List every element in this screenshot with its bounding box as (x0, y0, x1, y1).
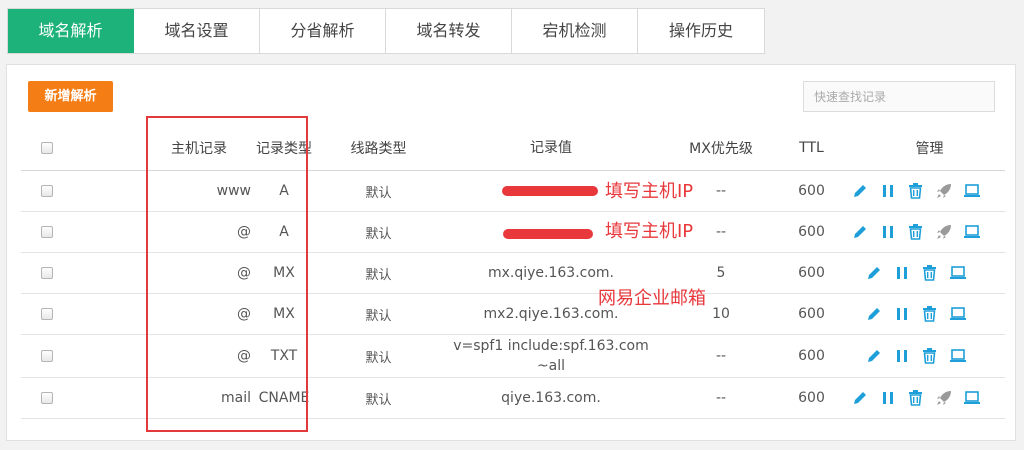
delete-icon[interactable] (919, 346, 940, 367)
value-cell: qiye.163.com. (501, 390, 601, 406)
ttl-cell: 600 (798, 390, 825, 406)
line-cell: 默认 (365, 308, 392, 324)
delete-icon[interactable] (905, 222, 926, 243)
pause-icon[interactable] (891, 263, 912, 284)
line-cell: 默认 (365, 185, 392, 201)
redaction-mark (503, 229, 593, 239)
delete-icon[interactable] (905, 181, 926, 202)
annotation-netease-mail: 网易企业邮箱 (598, 288, 706, 309)
pause-icon[interactable] (877, 222, 898, 243)
line-cell: 默认 (365, 226, 392, 242)
tab-downtime-check[interactable]: 宕机检测 (512, 9, 638, 53)
row-actions (863, 335, 968, 377)
highlight-box (146, 116, 308, 432)
header-manage: 管理 (915, 140, 944, 157)
row-actions (849, 378, 982, 418)
row-checkbox[interactable] (41, 308, 53, 320)
value-cell: v=spf1 include:spf.163.com ~all (453, 338, 649, 374)
delete-icon[interactable] (919, 304, 940, 325)
ttl-cell: 600 (798, 183, 825, 199)
redaction-mark (502, 186, 598, 196)
mx-cell: -- (715, 348, 727, 364)
edit-icon[interactable] (863, 346, 884, 367)
monitor-icon[interactable] (961, 181, 982, 202)
line-cell: 默认 (365, 392, 392, 408)
ttl-cell: 600 (798, 306, 825, 322)
edit-icon[interactable] (863, 304, 884, 325)
monitor-icon[interactable] (947, 304, 968, 325)
row-checkbox[interactable] (41, 267, 53, 279)
row-checkbox[interactable] (41, 226, 53, 238)
row-actions (849, 171, 982, 211)
tab-dns-records[interactable]: 域名解析 (8, 9, 134, 53)
monitor-icon[interactable] (961, 222, 982, 243)
delete-icon[interactable] (905, 388, 926, 409)
annotation-fill-ip-2: 填写主机IP (605, 221, 694, 242)
ttl-cell: 600 (798, 224, 825, 240)
search-input[interactable] (803, 81, 995, 112)
pause-icon[interactable] (891, 304, 912, 325)
tab-domain-forwarding[interactable]: 域名转发 (386, 9, 512, 53)
edit-icon[interactable] (863, 263, 884, 284)
tab-domain-settings[interactable]: 域名设置 (134, 9, 260, 53)
annotation-fill-ip-1: 填写主机IP (605, 181, 694, 202)
header-mx: MX优先级 (689, 140, 753, 157)
header-value: 记录值 (530, 139, 572, 156)
edit-icon[interactable] (849, 181, 870, 202)
line-cell: 默认 (365, 267, 392, 283)
row-actions (863, 253, 968, 293)
pause-icon[interactable] (891, 346, 912, 367)
monitor-icon[interactable] (947, 346, 968, 367)
edit-icon[interactable] (849, 388, 870, 409)
row-checkbox[interactable] (41, 392, 53, 404)
row-checkbox[interactable] (41, 350, 53, 362)
ttl-cell: 600 (798, 265, 825, 281)
pause-icon[interactable] (877, 388, 898, 409)
monitor-icon[interactable] (947, 263, 968, 284)
tab-bar: 域名解析 域名设置 分省解析 域名转发 宕机检测 操作历史 (7, 8, 765, 54)
row-actions (849, 212, 982, 252)
row-actions (863, 294, 968, 334)
select-all-checkbox[interactable] (41, 141, 53, 154)
add-record-button[interactable]: 新增解析 (28, 81, 113, 112)
tab-province-resolve[interactable]: 分省解析 (260, 9, 386, 53)
rocket-icon[interactable] (933, 222, 954, 243)
pause-icon[interactable] (877, 181, 898, 202)
rocket-icon[interactable] (933, 388, 954, 409)
edit-icon[interactable] (849, 222, 870, 243)
monitor-icon[interactable] (961, 388, 982, 409)
header-line: 线路类型 (350, 140, 407, 157)
header-ttl: TTL (799, 139, 824, 156)
line-cell: 默认 (365, 350, 392, 366)
row-checkbox[interactable] (41, 185, 53, 197)
delete-icon[interactable] (919, 263, 940, 284)
rocket-icon[interactable] (933, 181, 954, 202)
ttl-cell: 600 (798, 348, 825, 364)
tab-operation-history[interactable]: 操作历史 (638, 9, 764, 53)
mx-cell: -- (715, 390, 727, 406)
